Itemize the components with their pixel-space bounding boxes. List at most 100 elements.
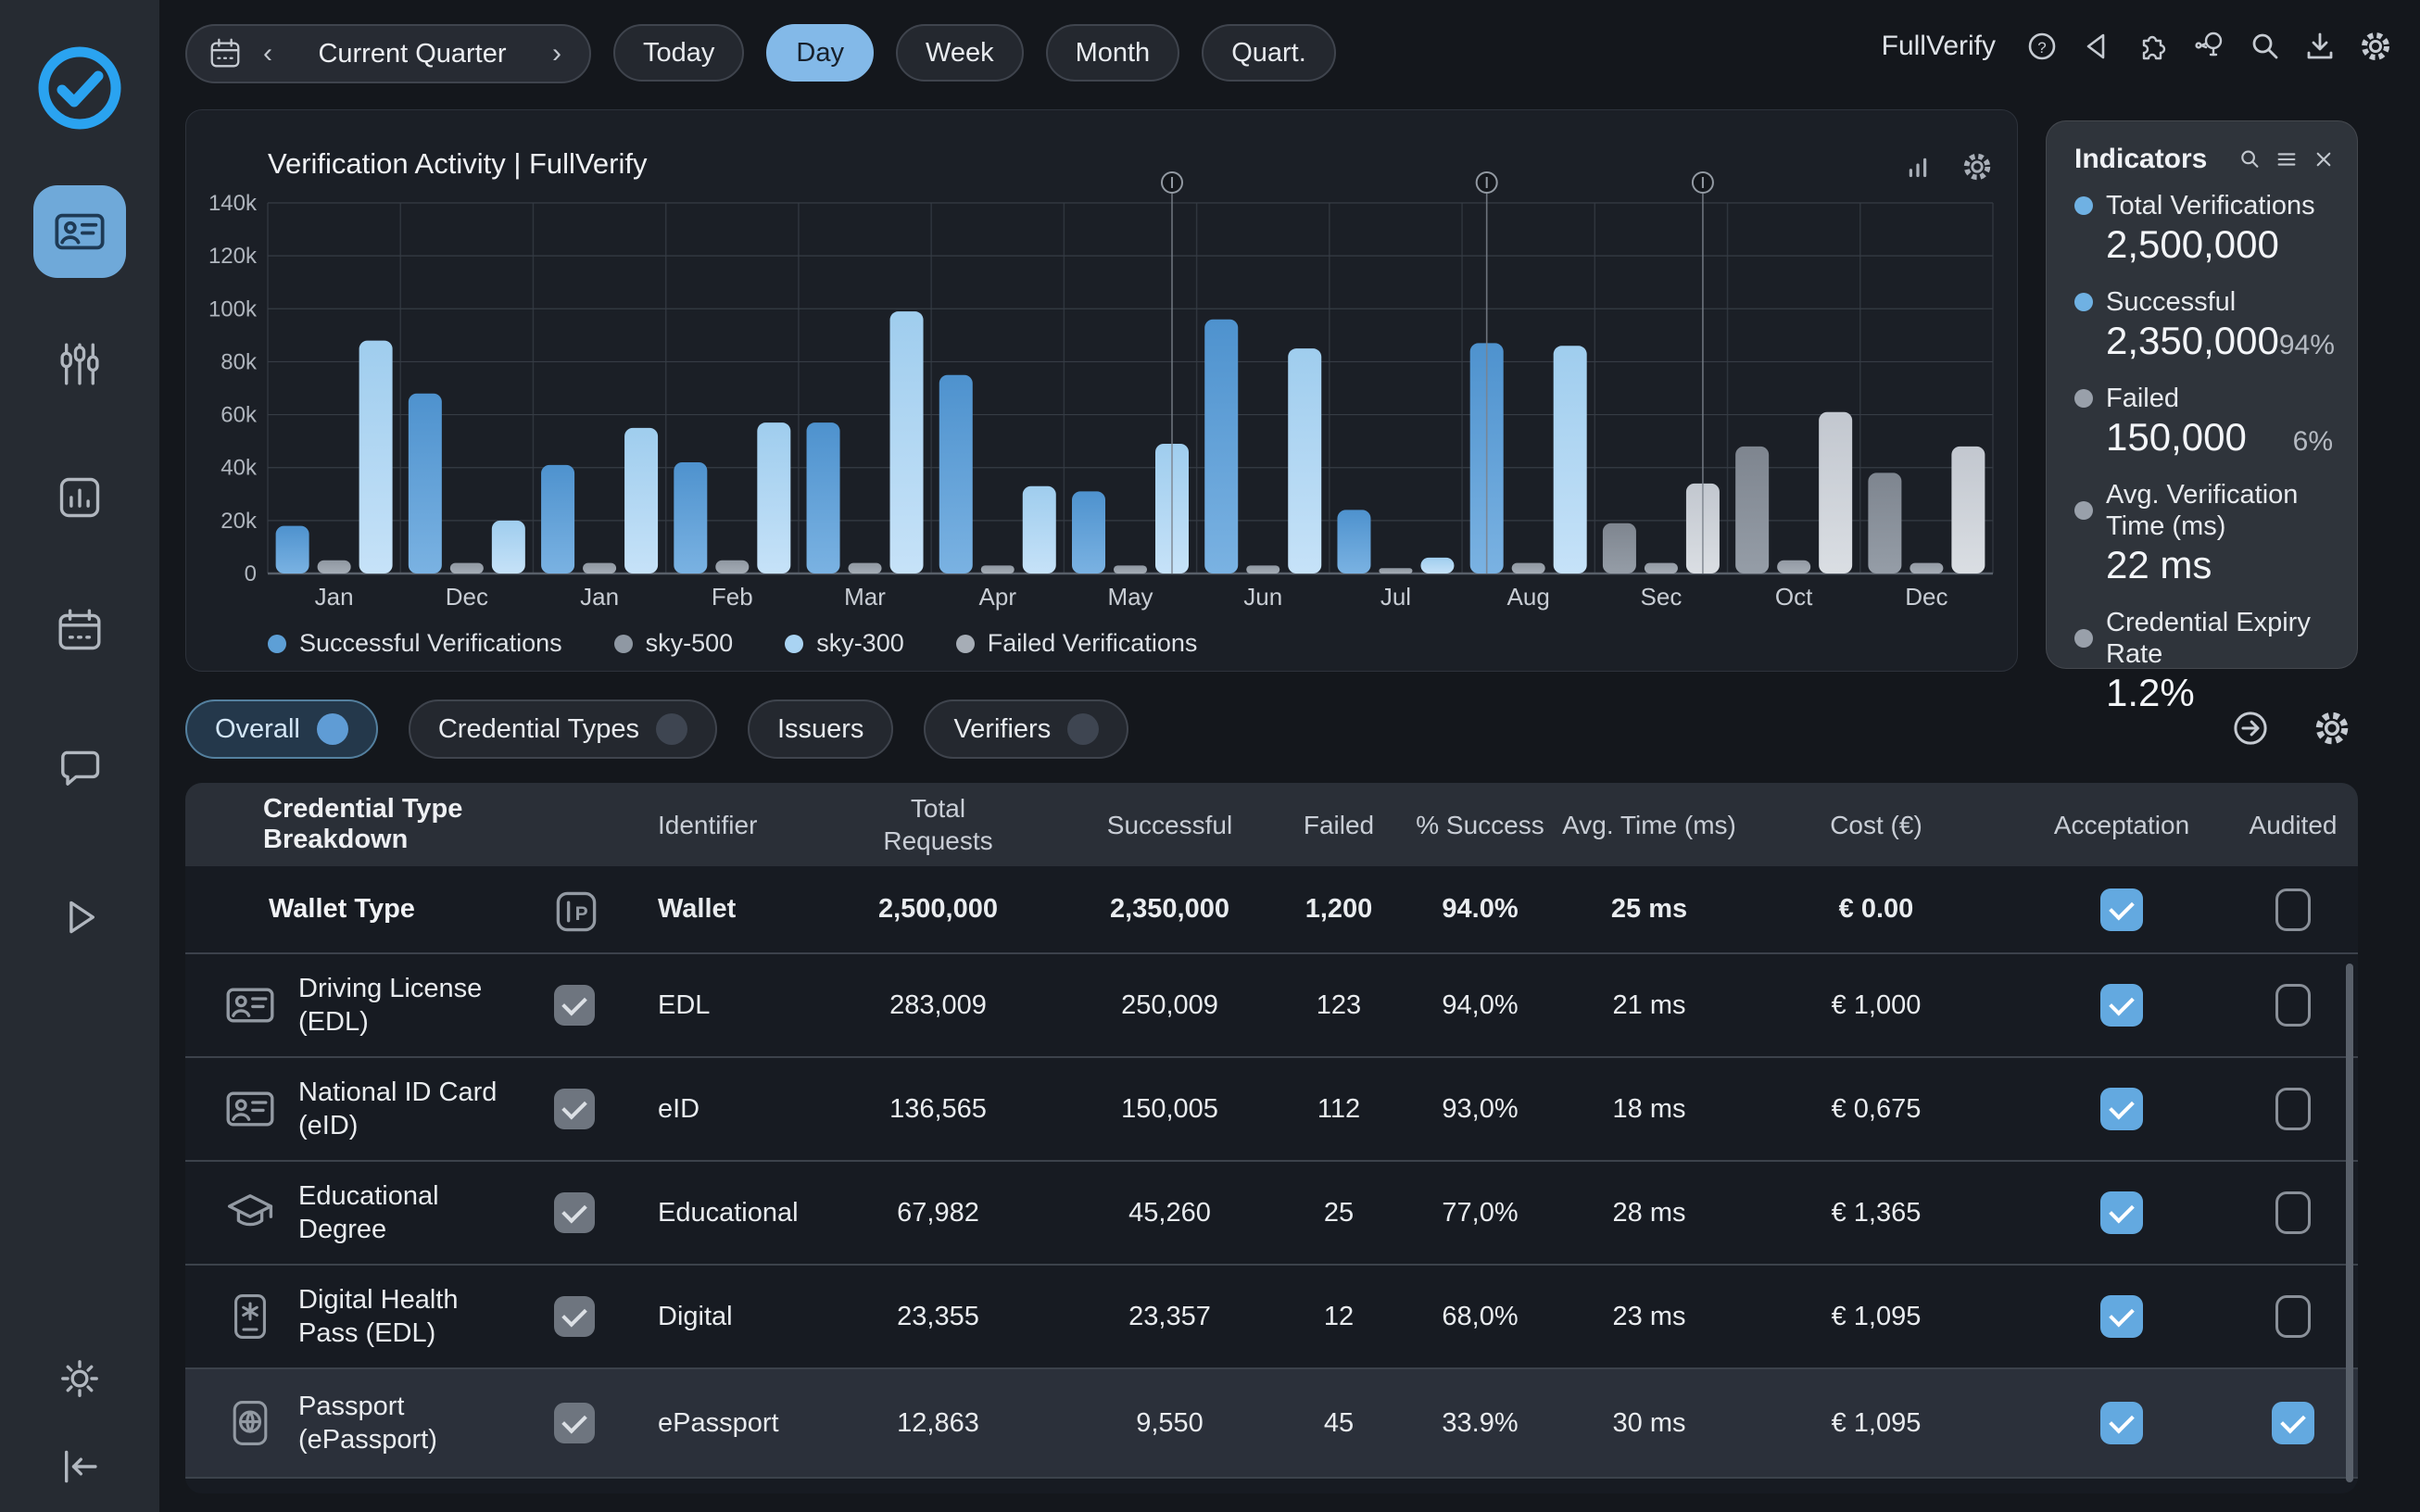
- collapse-sidebar-icon: [56, 1443, 104, 1491]
- svg-text:Mar: Mar: [844, 583, 886, 611]
- tab-badge: [317, 713, 348, 745]
- success-rate-cell: 33.9%: [1399, 1408, 1561, 1439]
- help-icon[interactable]: ?: [2023, 28, 2061, 65]
- prev-period-button[interactable]: ‹: [256, 38, 280, 69]
- audited-checkbox[interactable]: [2275, 1295, 2311, 1338]
- period-button-quart[interactable]: Quart.: [1202, 24, 1336, 82]
- successful-cell: 45,260: [1061, 1198, 1279, 1228]
- download-icon[interactable]: [2301, 28, 2338, 65]
- sliders-icon: [56, 340, 104, 388]
- vertical-scrollbar[interactable]: [2346, 964, 2353, 1482]
- svg-text:Jun: Jun: [1243, 583, 1282, 611]
- back-icon[interactable]: [2079, 28, 2116, 65]
- acceptation-checkbox[interactable]: [2100, 1088, 2143, 1130]
- table-header-cell: Acceptation: [2015, 809, 2228, 841]
- row-select-checkbox[interactable]: [554, 1089, 595, 1129]
- svg-text:Jan: Jan: [580, 583, 619, 611]
- tab-verifiers[interactable]: Verifiers: [924, 699, 1128, 759]
- svg-text:Feb: Feb: [712, 583, 753, 611]
- table-row[interactable]: Educational DegreeEducational67,98245,26…: [185, 1162, 2358, 1266]
- table-row[interactable]: Digital Health Pass (EDL)Digital23,35523…: [185, 1266, 2358, 1369]
- legend-item[interactable]: Successful Verifications: [268, 629, 562, 658]
- audited-checkbox[interactable]: [2275, 1088, 2311, 1130]
- sidebar-item-credentials[interactable]: [33, 185, 126, 278]
- period-button-today[interactable]: Today: [613, 24, 744, 82]
- acceptation-checkbox[interactable]: [2100, 984, 2143, 1027]
- table-row[interactable]: Wallet TypePWallet2,500,0002,350,0001,20…: [185, 866, 2358, 954]
- list-icon[interactable]: [2274, 146, 2300, 172]
- acceptation-checkbox[interactable]: [2100, 1402, 2143, 1444]
- id-card-icon: [53, 205, 107, 258]
- row-select-checkbox[interactable]: [554, 985, 595, 1026]
- total-requests-cell: 12,863: [815, 1408, 1061, 1439]
- puzzle-icon[interactable]: [2135, 28, 2172, 65]
- date-range-nav[interactable]: ‹ Current Quarter ›: [185, 24, 591, 83]
- row-select-checkbox[interactable]: [554, 1296, 595, 1337]
- audited-checkbox[interactable]: [2275, 984, 2311, 1027]
- arrow-right-circle-icon[interactable]: [2229, 707, 2272, 750]
- legend-item[interactable]: Failed Verifications: [956, 629, 1198, 658]
- svg-text:80k: 80k: [221, 349, 258, 374]
- row-select-checkbox[interactable]: [554, 1192, 595, 1233]
- logo-check-icon[interactable]: [33, 42, 126, 134]
- legend-dot: [956, 635, 975, 653]
- audited-checkbox[interactable]: [2275, 1191, 2311, 1234]
- svg-text:May: May: [1107, 583, 1153, 611]
- table-header-cell: Audited: [2228, 809, 2358, 841]
- table-row[interactable]: Driving License (EDL)EDL283,009250,00912…: [185, 954, 2358, 1058]
- collapse-sidebar-button[interactable]: [52, 1439, 107, 1494]
- search-icon[interactable]: [2237, 146, 2262, 172]
- total-requests-cell: 136,565: [815, 1094, 1061, 1125]
- legend-item[interactable]: sky-500: [614, 629, 734, 658]
- sidebar-item-calendar[interactable]: [52, 602, 107, 658]
- sidebar-item-filters[interactable]: [52, 336, 107, 392]
- credential-type-label: Passport (ePassport): [298, 1390, 511, 1457]
- credential-type-cell: Educational Degree: [185, 1179, 547, 1247]
- failed-cell: 12: [1279, 1302, 1399, 1332]
- search-icon[interactable]: [2246, 28, 2283, 65]
- indicator-item: Successful2,350,00094%: [2074, 286, 2357, 364]
- period-button-month[interactable]: Month: [1046, 24, 1180, 82]
- credential-type-label: Educational Degree: [298, 1179, 511, 1247]
- settings-icon[interactable]: [2357, 28, 2394, 65]
- next-period-button[interactable]: ›: [545, 38, 569, 69]
- legend-item[interactable]: sky-300: [785, 629, 904, 658]
- audited-checkbox[interactable]: [2275, 888, 2311, 931]
- audited-checkbox[interactable]: [2272, 1402, 2314, 1444]
- svg-text:0: 0: [245, 561, 257, 586]
- failed-cell: 112: [1279, 1094, 1399, 1125]
- date-range-label: Current Quarter: [293, 39, 532, 69]
- indicators-panel: Indicators Total Verifications2,500,000S…: [2046, 120, 2358, 669]
- svg-text:140k: 140k: [208, 191, 258, 216]
- sidebar-item-analytics[interactable]: [52, 470, 107, 525]
- legend-label: sky-500: [646, 629, 734, 658]
- settings-icon[interactable]: [2311, 707, 2353, 750]
- close-icon[interactable]: [2311, 146, 2337, 172]
- table-row[interactable]: Passport (ePassport)ePassport12,8639,550…: [185, 1369, 2358, 1479]
- acceptation-checkbox[interactable]: [2100, 1295, 2143, 1338]
- row-select-checkbox[interactable]: [554, 1403, 595, 1443]
- sidebar-item-messages[interactable]: [52, 739, 107, 795]
- indicator-value: 150,000: [2106, 414, 2293, 460]
- svg-text:Jul: Jul: [1380, 583, 1411, 611]
- table-row[interactable]: National ID Card (eID)eID136,565150,0051…: [185, 1058, 2358, 1162]
- period-button-week[interactable]: Week: [896, 24, 1024, 82]
- successful-cell: 23,357: [1061, 1302, 1279, 1332]
- tab-credential-types[interactable]: Credential Types: [409, 699, 717, 759]
- svg-text:Oct: Oct: [1775, 583, 1813, 611]
- key-search-icon[interactable]: [2190, 28, 2227, 65]
- period-button-day[interactable]: Day: [766, 24, 874, 82]
- credential-type-cell: Wallet Type: [185, 892, 547, 926]
- tab-issuers[interactable]: Issuers: [748, 699, 893, 759]
- indicator-label: Total Verifications: [2106, 190, 2315, 221]
- svg-text:20k: 20k: [221, 509, 258, 534]
- total-requests-cell: 283,009: [815, 990, 1061, 1021]
- verification-activity-chart[interactable]: 020k40k60k80k100k120k140kJanDecJanFebMar…: [195, 168, 2002, 618]
- tab-overall[interactable]: Overall: [185, 699, 378, 759]
- acceptation-checkbox[interactable]: [2100, 888, 2143, 931]
- sidebar-item-run[interactable]: [52, 889, 107, 945]
- period-segment: Today Day Week Month Quart.: [613, 24, 1336, 82]
- acceptation-checkbox[interactable]: [2100, 1191, 2143, 1234]
- svg-text:120k: 120k: [208, 244, 258, 269]
- theme-toggle[interactable]: [52, 1351, 107, 1406]
